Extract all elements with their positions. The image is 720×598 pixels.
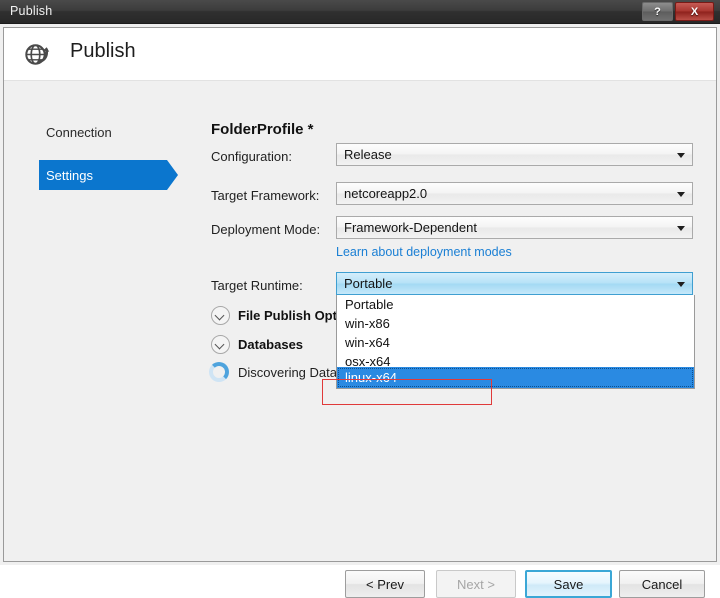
- sidebar-item-settings[interactable]: Settings: [39, 160, 178, 190]
- target-runtime-value: Portable: [344, 276, 393, 291]
- section-label: Databases: [238, 337, 304, 352]
- profile-title: FolderProfile *: [211, 121, 314, 138]
- next-button-label: Next >: [457, 576, 495, 592]
- page-title: Publish: [70, 40, 136, 62]
- target-runtime-combobox[interactable]: Portable: [336, 272, 693, 295]
- prev-button[interactable]: < Prev: [345, 570, 425, 598]
- title-bar: Publish ? X: [0, 0, 720, 24]
- deployment-mode-combobox[interactable]: Framework-Dependent: [336, 216, 693, 239]
- target-runtime-label: Target Runtime:: [211, 278, 303, 293]
- globe-publish-icon: [22, 39, 52, 69]
- dialog-header: Publish: [4, 28, 716, 81]
- section-databases[interactable]: Databases: [211, 335, 303, 354]
- sidebar-item-label: Connection: [46, 124, 112, 140]
- learn-deployment-modes-link[interactable]: Learn about deployment modes: [336, 245, 512, 259]
- close-icon: X: [690, 5, 699, 18]
- dialog-frame: Publish Connection Settings FolderProfil…: [3, 27, 717, 598]
- loading-spinner-icon: [209, 362, 229, 382]
- target-framework-combobox[interactable]: netcoreapp2.0: [336, 182, 693, 205]
- dropdown-option-win-x86[interactable]: win-x86: [337, 314, 694, 333]
- dropdown-option-portable[interactable]: Portable: [337, 295, 694, 314]
- save-button-label: Save: [553, 576, 584, 592]
- close-button[interactable]: X: [675, 2, 714, 21]
- chevron-down-icon: [677, 192, 685, 197]
- chevron-down-icon: [677, 226, 685, 231]
- chevron-down-icon: [211, 306, 230, 325]
- save-button[interactable]: Save: [525, 570, 612, 598]
- help-button[interactable]: ?: [642, 2, 673, 21]
- help-icon: ?: [654, 5, 661, 18]
- next-button: Next >: [436, 570, 516, 598]
- target-framework-label: Target Framework:: [211, 188, 320, 203]
- dialog-body: Connection Settings FolderProfile * Conf…: [4, 81, 716, 598]
- chevron-down-icon: [677, 282, 685, 287]
- publish-dialog-window: Publish ? X Publish Connection Settings …: [0, 0, 720, 598]
- cancel-button-label: Cancel: [641, 576, 683, 592]
- window-title: Publish: [10, 4, 53, 18]
- dropdown-option-win-x64[interactable]: win-x64: [337, 333, 694, 352]
- chevron-down-icon: [211, 335, 230, 354]
- chevron-down-icon: [677, 153, 685, 158]
- sidebar-item-connection[interactable]: Connection: [42, 117, 167, 147]
- deployment-mode-value: Framework-Dependent: [344, 220, 477, 235]
- deployment-mode-label: Deployment Mode:: [211, 222, 321, 237]
- configuration-label: Configuration:: [211, 149, 292, 164]
- target-runtime-dropdown-list[interactable]: Portable win-x86 win-x64 osx-x64 linux-x…: [336, 295, 695, 389]
- dropdown-option-linux-x64[interactable]: linux-x64: [337, 367, 694, 388]
- settings-panel: FolderProfile * Configuration: Release T…: [179, 81, 716, 561]
- prev-button-label: < Prev: [366, 576, 404, 592]
- configuration-combobox[interactable]: Release: [336, 143, 693, 166]
- configuration-value: Release: [344, 147, 392, 162]
- sidebar-item-label: Settings: [46, 167, 93, 183]
- cancel-button[interactable]: Cancel: [619, 570, 705, 598]
- target-framework-value: netcoreapp2.0: [344, 186, 428, 201]
